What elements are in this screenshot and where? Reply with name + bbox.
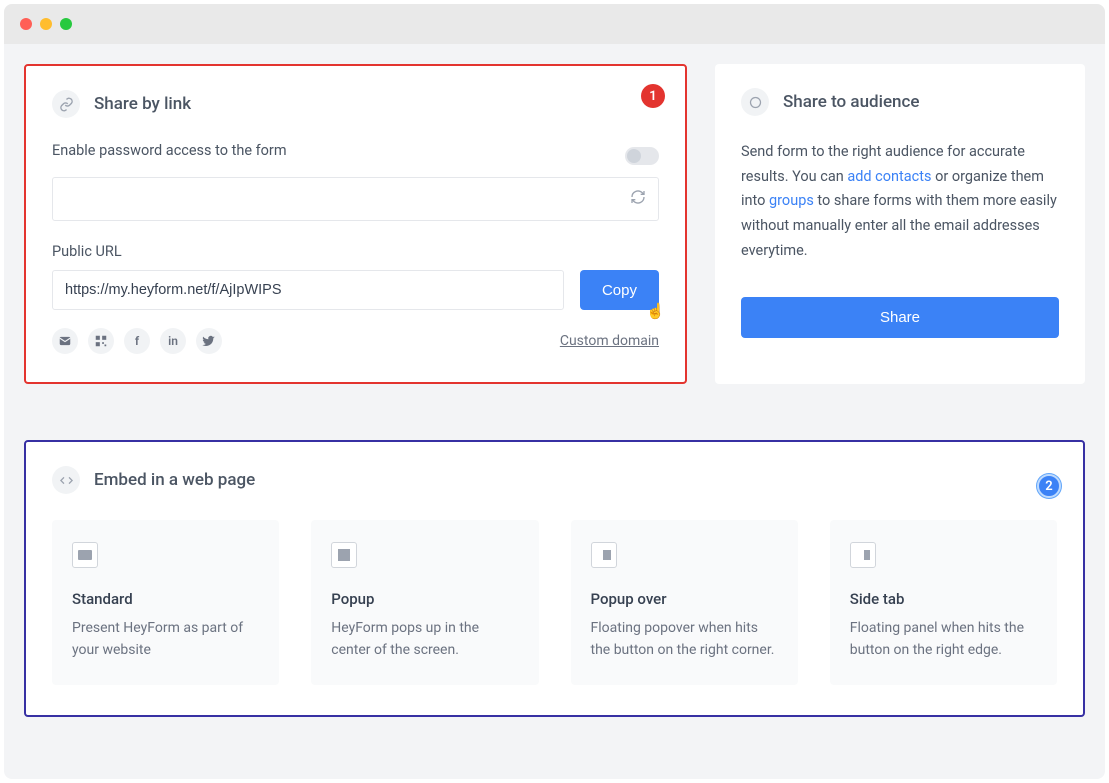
workspace: 1 Share by link Enable password access t… xyxy=(4,44,1105,779)
traffic-light-close[interactable] xyxy=(20,18,32,30)
standard-icon xyxy=(72,542,98,568)
code-icon xyxy=(52,466,80,494)
password-toggle[interactable] xyxy=(625,147,659,165)
embed-card-desc: Floating popover when hits the button on… xyxy=(591,618,778,661)
password-label: Enable password access to the form xyxy=(52,142,287,159)
add-contacts-link[interactable]: add contacts xyxy=(847,168,931,185)
embed-card-desc: HeyForm pops up in the center of the scr… xyxy=(331,618,518,661)
window-titlebar xyxy=(4,4,1105,44)
popup-over-icon xyxy=(591,542,617,568)
traffic-light-minimize[interactable] xyxy=(40,18,52,30)
groups-link[interactable]: groups xyxy=(769,192,814,209)
popup-icon xyxy=(331,542,357,568)
copy-button-label: Copy xyxy=(602,282,637,299)
embed-card-popup[interactable]: Popup HeyForm pops up in the center of t… xyxy=(311,520,538,685)
embed-card-title: Side tab xyxy=(850,590,1037,608)
embed-card-desc: Floating panel when hits the button on t… xyxy=(850,618,1037,661)
annotation-badge-2: 2 xyxy=(1037,474,1061,498)
embed-card-desc: Present HeyForm as part of your website xyxy=(72,618,259,661)
share-by-link-panel: 1 Share by link Enable password access t… xyxy=(24,64,687,384)
twitter-icon[interactable] xyxy=(196,328,222,354)
pointer-cursor-icon: ☝️ xyxy=(646,302,665,320)
public-url-input[interactable] xyxy=(52,270,564,310)
copy-button[interactable]: Copy ☝️ xyxy=(580,270,659,310)
share-to-audience-panel: Share to audience Send form to the right… xyxy=(715,64,1085,384)
side-tab-icon xyxy=(850,542,876,568)
public-url-label: Public URL xyxy=(52,243,659,260)
annotation-badge-1: 1 xyxy=(641,84,665,108)
traffic-light-zoom[interactable] xyxy=(60,18,72,30)
link-icon xyxy=(52,90,80,118)
embed-card-title: Standard xyxy=(72,590,259,608)
facebook-icon[interactable]: f xyxy=(124,328,150,354)
embed-card-title: Popup over xyxy=(591,590,778,608)
embed-title: Embed in a web page xyxy=(94,470,255,490)
audience-description: Send form to the right audience for accu… xyxy=(741,140,1059,263)
share-button[interactable]: Share xyxy=(741,297,1059,338)
password-input[interactable] xyxy=(52,177,659,221)
custom-domain-link[interactable]: Custom domain xyxy=(560,333,659,349)
embed-card-popup-over[interactable]: Popup over Floating popover when hits th… xyxy=(571,520,798,685)
embed-card-side-tab[interactable]: Side tab Floating panel when hits the bu… xyxy=(830,520,1057,685)
embed-card-standard[interactable]: Standard Present HeyForm as part of your… xyxy=(52,520,279,685)
email-icon[interactable] xyxy=(52,328,78,354)
audience-icon xyxy=(741,88,769,116)
refresh-icon[interactable] xyxy=(630,189,646,209)
embed-card-title: Popup xyxy=(331,590,518,608)
qr-icon[interactable] xyxy=(88,328,114,354)
linkedin-icon[interactable]: in xyxy=(160,328,186,354)
embed-panel: 2 Embed in a web page Standard Present H… xyxy=(24,440,1085,717)
audience-title: Share to audience xyxy=(783,92,920,112)
share-title: Share by link xyxy=(94,94,191,114)
